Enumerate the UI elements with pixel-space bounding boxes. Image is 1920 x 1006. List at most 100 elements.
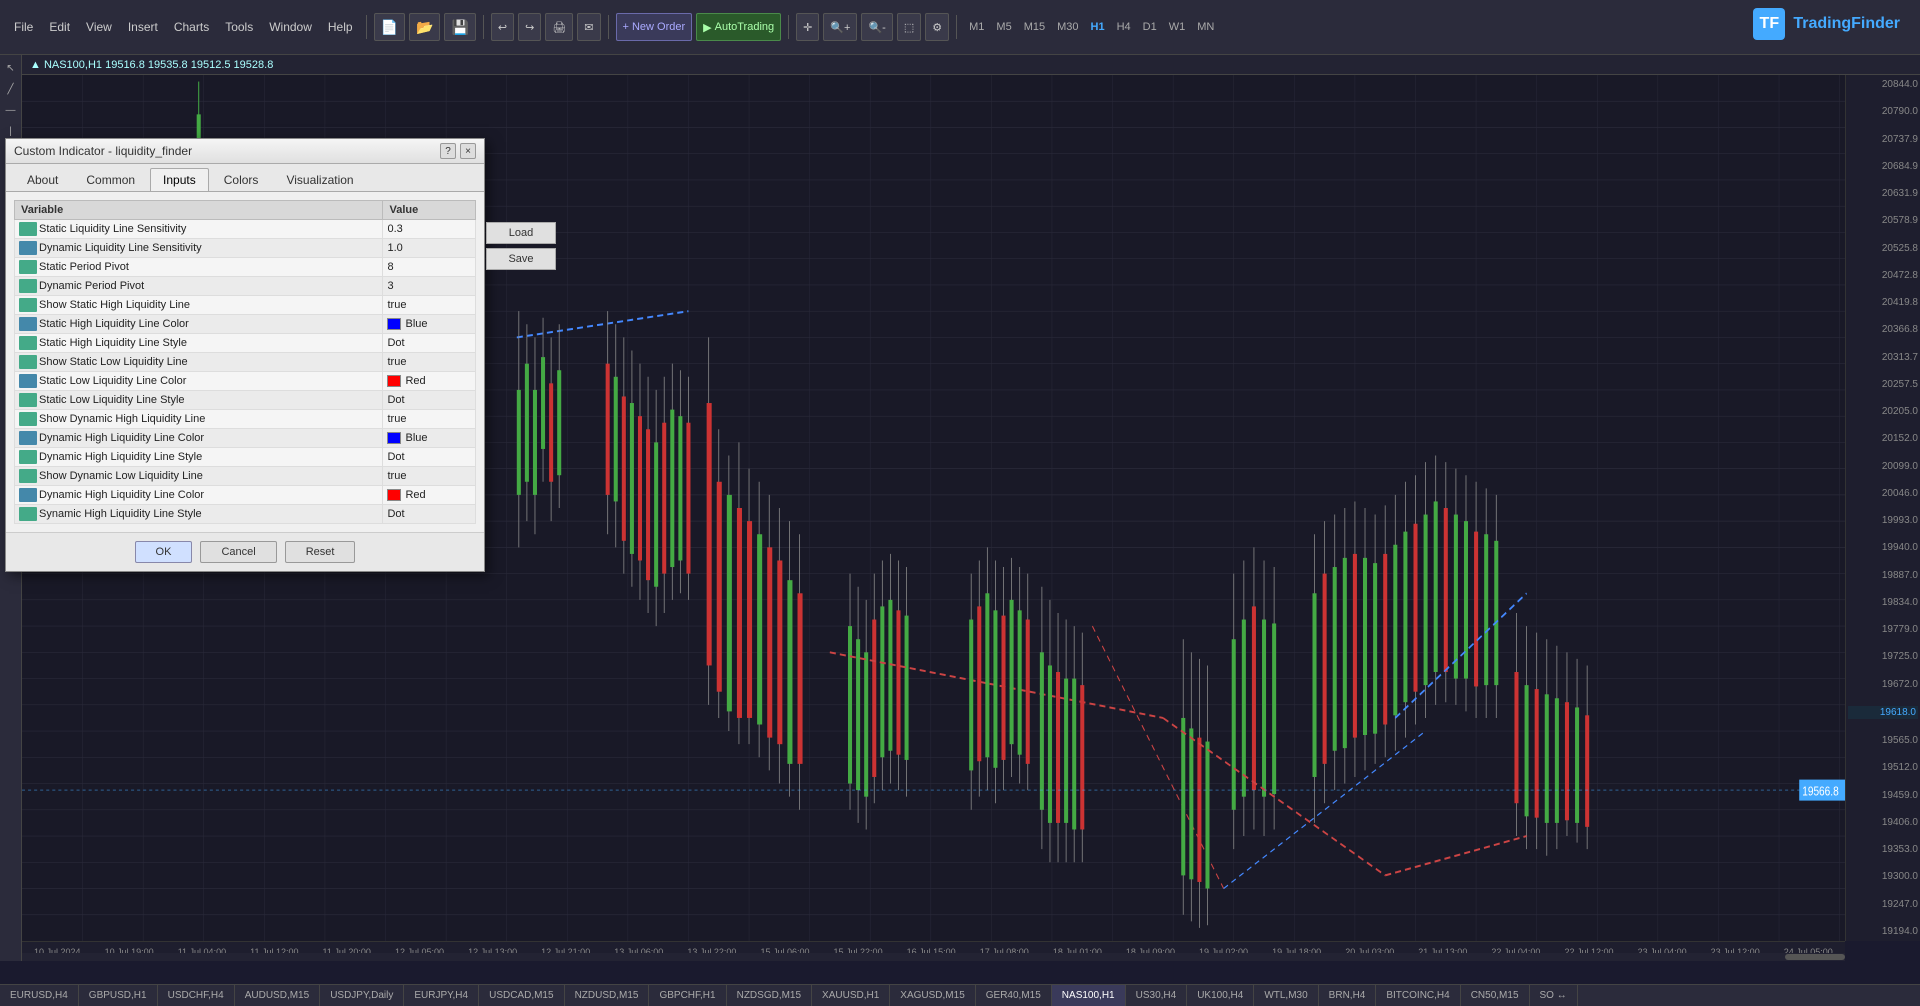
zoom-in-btn[interactable]: 🔍+: [823, 13, 857, 41]
zoom-out-btn[interactable]: 🔍-: [861, 13, 892, 41]
menu-file[interactable]: File: [8, 13, 39, 41]
color-swatch[interactable]: [387, 375, 401, 387]
table-row[interactable]: Show Dynamic High Liquidity Linetrue: [15, 410, 476, 429]
reset-button[interactable]: Reset: [285, 541, 356, 563]
tab-nzdusd[interactable]: NZDUSD,M15: [565, 985, 650, 1006]
row-icon: [19, 317, 37, 331]
menu-window[interactable]: Window: [263, 13, 318, 41]
table-row[interactable]: Synamic High Liquidity Line StyleDot: [15, 505, 476, 524]
tf-w1[interactable]: W1: [1164, 20, 1191, 34]
menu-tools[interactable]: Tools: [219, 13, 259, 41]
table-row[interactable]: Static Low Liquidity Line ColorRed: [15, 372, 476, 391]
menu-help[interactable]: Help: [322, 13, 359, 41]
tab-nas100[interactable]: NAS100,H1: [1052, 985, 1126, 1006]
color-swatch[interactable]: [387, 489, 401, 501]
table-row[interactable]: Dynamic Liquidity Line Sensitivity1.0: [15, 239, 476, 258]
table-row[interactable]: Dynamic High Liquidity Line StyleDot: [15, 448, 476, 467]
tab-cn50[interactable]: CN50,M15: [1461, 985, 1530, 1006]
tab-eurjpy[interactable]: EURJPY,H4: [404, 985, 479, 1006]
table-row[interactable]: Static High Liquidity Line ColorBlue: [15, 315, 476, 334]
sep5: [956, 15, 957, 39]
row-icon: [19, 450, 37, 464]
color-swatch[interactable]: [387, 432, 401, 444]
tf-h1[interactable]: H1: [1086, 20, 1110, 34]
menu-charts[interactable]: Charts: [168, 13, 215, 41]
dialog-close-button[interactable]: ×: [460, 143, 476, 159]
load-button[interactable]: Load: [486, 222, 556, 244]
tf-mn[interactable]: MN: [1192, 20, 1219, 34]
row-icon: [19, 393, 37, 407]
print-btn[interactable]: 🖨: [545, 13, 573, 41]
tab-nzdsgd[interactable]: NZDSGD,M15: [727, 985, 812, 1006]
price-label: 20472.8: [1848, 270, 1918, 281]
price-axis: 20844.0 20790.0 20737.9 20684.9 20631.9 …: [1845, 75, 1920, 941]
tab-wtl[interactable]: WTL,M30: [1254, 985, 1318, 1006]
tab-ger40[interactable]: GER40,M15: [976, 985, 1052, 1006]
tab-usdjpy[interactable]: USDJPY,Daily: [320, 985, 404, 1006]
arrow-tool[interactable]: ↖: [2, 59, 20, 77]
table-row[interactable]: Show Static High Liquidity Linetrue: [15, 296, 476, 315]
price-label: 19247.0: [1848, 899, 1918, 910]
tab-us30[interactable]: US30,H4: [1126, 985, 1188, 1006]
variables-table: Variable Value Static Liquidity Line Sen…: [14, 200, 476, 524]
tab-audusd[interactable]: AUDUSD,M15: [235, 985, 320, 1006]
cancel-button[interactable]: Cancel: [200, 541, 276, 563]
new-chart-btn[interactable]: 📄: [374, 13, 405, 41]
properties-btn[interactable]: ⚙: [925, 13, 949, 41]
tab-colors[interactable]: Colors: [211, 168, 272, 191]
tab-usdcad[interactable]: USDCAD,M15: [479, 985, 564, 1006]
zoom-select-btn[interactable]: ⬚: [897, 13, 921, 41]
crosshair-btn[interactable]: ✛: [796, 13, 819, 41]
tab-inputs[interactable]: Inputs: [150, 168, 209, 191]
variable-cell: Static Low Liquidity Line Style: [15, 391, 383, 410]
tab-about[interactable]: About: [14, 168, 71, 191]
table-row[interactable]: Static Low Liquidity Line StyleDot: [15, 391, 476, 410]
dialog-help-button[interactable]: ?: [440, 143, 456, 159]
tab-visualization[interactable]: Visualization: [273, 168, 366, 191]
table-row[interactable]: Static High Liquidity Line StyleDot: [15, 334, 476, 353]
tab-scroll-right[interactable]: SO ↔: [1530, 985, 1578, 1006]
tab-common[interactable]: Common: [73, 168, 148, 191]
line-tool[interactable]: ╱: [2, 80, 20, 98]
dialog-titlebar[interactable]: Custom Indicator - liquidity_finder ? ×: [6, 139, 484, 164]
tab-eurusd[interactable]: EURUSD,H4: [0, 985, 79, 1006]
tab-gbpchf[interactable]: GBPCHF,H1: [649, 985, 726, 1006]
color-swatch[interactable]: [387, 318, 401, 330]
autotrading-button[interactable]: ▶ AutoTrading: [696, 13, 781, 41]
tab-bitcoin[interactable]: BITCOINC,H4: [1376, 985, 1460, 1006]
new-order-button[interactable]: + New Order: [616, 13, 693, 41]
tf-m1[interactable]: M1: [964, 20, 989, 34]
tf-h4[interactable]: H4: [1112, 20, 1136, 34]
save-btn[interactable]: 💾: [444, 13, 475, 41]
scrollbar-thumb[interactable]: [1785, 954, 1845, 960]
table-row[interactable]: Static Liquidity Line Sensitivity0.3: [15, 220, 476, 239]
table-row[interactable]: Dynamic High Liquidity Line ColorBlue: [15, 429, 476, 448]
menu-view[interactable]: View: [80, 13, 118, 41]
undo-btn[interactable]: ↩: [491, 13, 514, 41]
tab-brn[interactable]: BRN,H4: [1319, 985, 1377, 1006]
redo-btn[interactable]: ↪: [518, 13, 541, 41]
table-row[interactable]: Dynamic High Liquidity Line ColorRed: [15, 486, 476, 505]
table-row[interactable]: Static Period Pivot8: [15, 258, 476, 277]
tf-m30[interactable]: M30: [1052, 20, 1083, 34]
table-row[interactable]: Show Static Low Liquidity Linetrue: [15, 353, 476, 372]
menu-edit[interactable]: Edit: [43, 13, 76, 41]
tab-uk100[interactable]: UK100,H4: [1187, 985, 1254, 1006]
tab-gbpusd[interactable]: GBPUSD,H1: [79, 985, 158, 1006]
table-row[interactable]: Dynamic Period Pivot3: [15, 277, 476, 296]
save-button[interactable]: Save: [486, 248, 556, 270]
tab-xagusd[interactable]: XAGUSD,M15: [890, 985, 975, 1006]
tf-d1[interactable]: D1: [1138, 20, 1162, 34]
variable-cell: Static High Liquidity Line Style: [15, 334, 383, 353]
tab-usdchf[interactable]: USDCHF,H4: [158, 985, 235, 1006]
tab-xauusd[interactable]: XAUUSD,H1: [812, 985, 890, 1006]
hline-tool[interactable]: —: [2, 101, 20, 119]
ok-button[interactable]: OK: [135, 541, 193, 563]
email-btn[interactable]: ✉: [577, 13, 600, 41]
table-row[interactable]: Show Dynamic Low Liquidity Linetrue: [15, 467, 476, 486]
menu-insert[interactable]: Insert: [122, 13, 164, 41]
open-btn[interactable]: 📂: [409, 13, 440, 41]
horizontal-scrollbar[interactable]: [22, 953, 1845, 961]
tf-m15[interactable]: M15: [1019, 20, 1050, 34]
tf-m5[interactable]: M5: [991, 20, 1016, 34]
